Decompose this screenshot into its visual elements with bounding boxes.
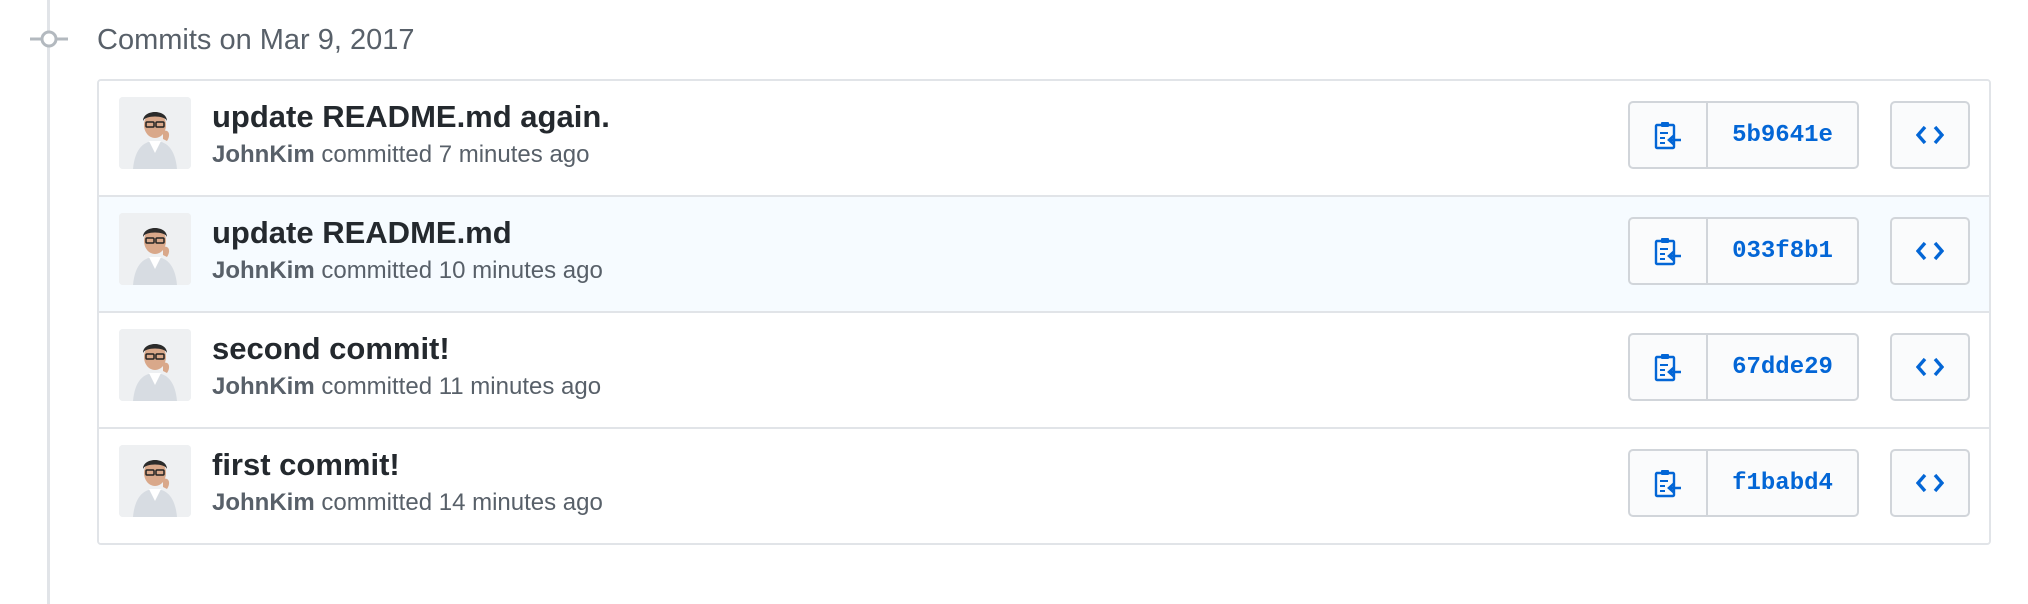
commit-author[interactable]: JohnKim (212, 489, 315, 516)
copy-sha-button[interactable] (1630, 335, 1708, 399)
commit-action: committed (321, 141, 433, 168)
avatar[interactable] (119, 213, 191, 285)
copy-sha-button[interactable] (1630, 103, 1708, 167)
commit-action: committed (321, 373, 433, 400)
copy-sha-button[interactable] (1630, 219, 1708, 283)
code-icon (1916, 241, 1944, 261)
browse-repo-button[interactable] (1890, 217, 1970, 285)
clippy-icon (1654, 122, 1681, 150)
commit-title[interactable]: first commit! (212, 445, 400, 485)
commit-author[interactable]: JohnKim (212, 373, 315, 400)
avatar[interactable] (119, 329, 191, 401)
commit-list: update README.md again. JohnKim committe… (97, 79, 1991, 545)
commit-title[interactable]: update README.md (212, 213, 512, 253)
commit-author[interactable]: JohnKim (212, 141, 315, 168)
commits-page: Commits on Mar 9, 2017 update README.md … (0, 0, 2028, 604)
commit-row: update README.md JohnKim committed 10 mi… (99, 195, 1989, 311)
avatar[interactable] (119, 97, 191, 169)
commit-sha-link[interactable]: 033f8b1 (1708, 219, 1857, 283)
commit-meta: JohnKim committed 14 minutes ago (212, 487, 603, 519)
commit-meta: JohnKim committed 10 minutes ago (212, 255, 603, 287)
commit-action: committed (321, 489, 433, 516)
commit-meta: JohnKim committed 7 minutes ago (212, 139, 589, 171)
timeline-line (47, 0, 50, 604)
commit-time: 11 minutes ago (438, 373, 602, 400)
commit-group-title: Commits on Mar 9, 2017 (97, 24, 415, 56)
commit-action: committed (321, 257, 433, 284)
browse-repo-button[interactable] (1890, 101, 1970, 169)
commit-meta: JohnKim committed 11 minutes ago (212, 371, 601, 403)
commit-title[interactable]: second commit! (212, 329, 450, 369)
commit-sha-group: 5b9641e (1628, 101, 1859, 169)
commit-time: 10 minutes ago (438, 257, 603, 284)
commit-time: 14 minutes ago (438, 489, 603, 516)
clippy-icon (1654, 238, 1681, 266)
commit-sha-group: 033f8b1 (1628, 217, 1859, 285)
copy-sha-button[interactable] (1630, 451, 1708, 515)
commit-sha-link[interactable]: 5b9641e (1708, 103, 1857, 167)
browse-repo-button[interactable] (1890, 449, 1970, 517)
commit-author[interactable]: JohnKim (212, 257, 315, 284)
browse-repo-button[interactable] (1890, 333, 1970, 401)
code-icon (1916, 125, 1944, 145)
git-commit-icon (30, 30, 68, 48)
commit-sha-link[interactable]: f1babd4 (1708, 451, 1857, 515)
commit-row: update README.md again. JohnKim committe… (99, 81, 1989, 195)
clippy-icon (1654, 470, 1681, 498)
code-icon (1916, 473, 1944, 493)
commit-time: 7 minutes ago (438, 141, 590, 168)
commit-sha-group: 67dde29 (1628, 333, 1859, 401)
commit-row: first commit! JohnKim committed 14 minut… (99, 427, 1989, 543)
commit-sha-group: f1babd4 (1628, 449, 1859, 517)
commit-sha-link[interactable]: 67dde29 (1708, 335, 1857, 399)
commit-title[interactable]: update README.md again. (212, 97, 610, 137)
code-icon (1916, 357, 1944, 377)
avatar[interactable] (119, 445, 191, 517)
commit-row: second commit! JohnKim committed 11 minu… (99, 311, 1989, 427)
clippy-icon (1654, 354, 1681, 382)
